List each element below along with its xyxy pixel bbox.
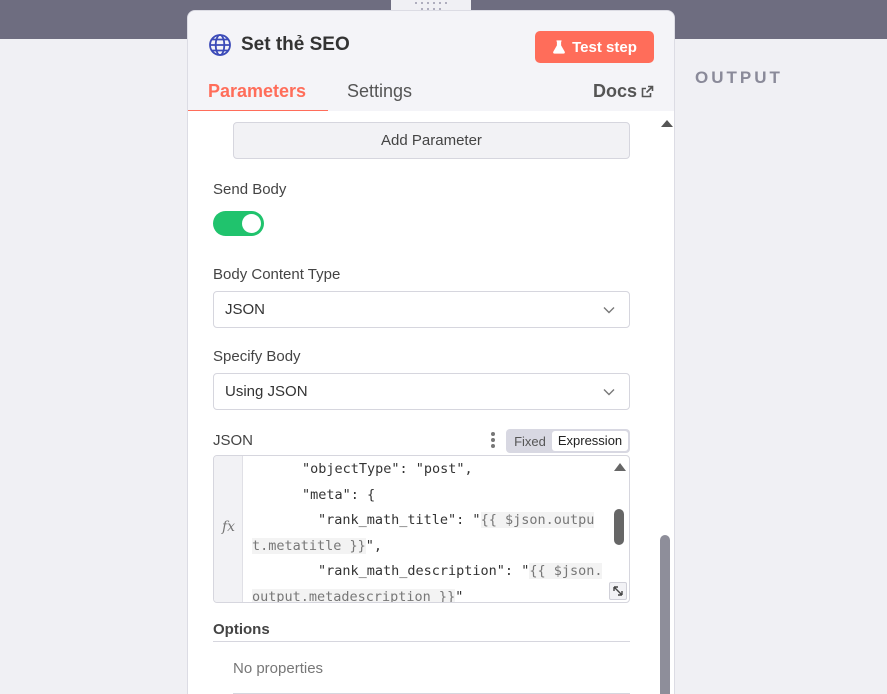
- flask-icon: [553, 40, 566, 54]
- add-parameter-button[interactable]: Add Parameter: [233, 122, 630, 159]
- expression-gutter: fx: [214, 456, 243, 602]
- no-properties-text: No properties: [233, 660, 324, 677]
- docs-label: Docs: [592, 81, 637, 101]
- fixed-expression-switch[interactable]: Fixed Expression: [506, 429, 630, 453]
- specify-body-select[interactable]: Using JSON: [213, 373, 630, 410]
- code-line: "rank_math_description": "{{ $json.: [318, 563, 603, 579]
- editor-scrollbar-thumb[interactable]: [614, 509, 624, 545]
- json-expression-editor[interactable]: fx "objectType": "post", "meta": { "rank…: [213, 455, 630, 603]
- external-link-icon: [641, 85, 654, 98]
- expression-token: {{ $json.: [529, 563, 603, 579]
- fx-icon: fx: [222, 519, 236, 535]
- json-field-header: JSON Fixed Expression: [213, 429, 630, 453]
- tab-docs[interactable]: Docs: [593, 81, 654, 102]
- expression-token: {{ $json.outpu: [480, 512, 595, 528]
- panel-scrollbar[interactable]: [656, 111, 674, 694]
- panel-header: Set thẻ SEO Test step Parameters Setting…: [188, 11, 674, 112]
- send-body-toggle[interactable]: [213, 211, 264, 236]
- code-line: "rank_math_title": "{{ $json.outpu: [318, 512, 595, 528]
- panel-tabs: Parameters Settings Docs: [188, 77, 674, 112]
- expression-token: output.metadescription }}: [252, 588, 456, 603]
- output-panel-title: OUTPUT: [695, 68, 783, 87]
- chevron-down-icon: [603, 307, 615, 314]
- more-options-icon[interactable]: [491, 432, 495, 448]
- send-body-label: Send Body: [213, 181, 287, 198]
- scroll-up-arrow[interactable]: [661, 120, 673, 127]
- node-settings-panel: Set thẻ SEO Test step Parameters Setting…: [187, 10, 675, 694]
- body-content-type-select[interactable]: JSON: [213, 291, 630, 328]
- chevron-down-icon: [603, 389, 615, 396]
- parameters-content: Add Parameter Send Body Body Content Typ…: [188, 111, 656, 694]
- code-lines[interactable]: "objectType": "post", "meta": { "rank_ma…: [252, 456, 607, 603]
- code-line: output.metadescription }}": [252, 588, 464, 603]
- expand-editor-button[interactable]: [609, 582, 627, 600]
- json-label: JSON: [213, 432, 254, 449]
- mode-expression-option[interactable]: Expression: [552, 431, 628, 451]
- tab-settings[interactable]: Settings: [347, 81, 412, 102]
- panel-scrollbar-thumb[interactable]: [660, 535, 670, 694]
- options-section-title: Options: [213, 621, 270, 638]
- code-line: "meta": {: [302, 486, 376, 503]
- code-line: "objectType": "post",: [302, 461, 473, 477]
- test-step-label: Test step: [572, 38, 637, 56]
- specify-body-value: Using JSON: [225, 383, 308, 400]
- expression-token: t.metatitle }}: [252, 537, 366, 554]
- mode-fixed-option[interactable]: Fixed: [508, 434, 552, 449]
- body-content-type-label: Body Content Type: [213, 266, 341, 283]
- expand-icon: [613, 586, 623, 596]
- test-step-button[interactable]: Test step: [535, 31, 654, 63]
- editor-scroll-up-arrow[interactable]: [614, 463, 626, 471]
- node-title-row: Set thẻ SEO: [208, 33, 350, 57]
- options-divider: [213, 641, 630, 642]
- specify-body-label: Specify Body: [213, 348, 301, 365]
- body-content-type-value: JSON: [225, 301, 266, 318]
- toggle-knob: [242, 214, 261, 233]
- globe-icon: [209, 34, 231, 56]
- node-title[interactable]: Set thẻ SEO: [241, 34, 350, 56]
- tab-parameters[interactable]: Parameters: [208, 81, 306, 102]
- code-line: t.metatitle }}",: [252, 537, 383, 554]
